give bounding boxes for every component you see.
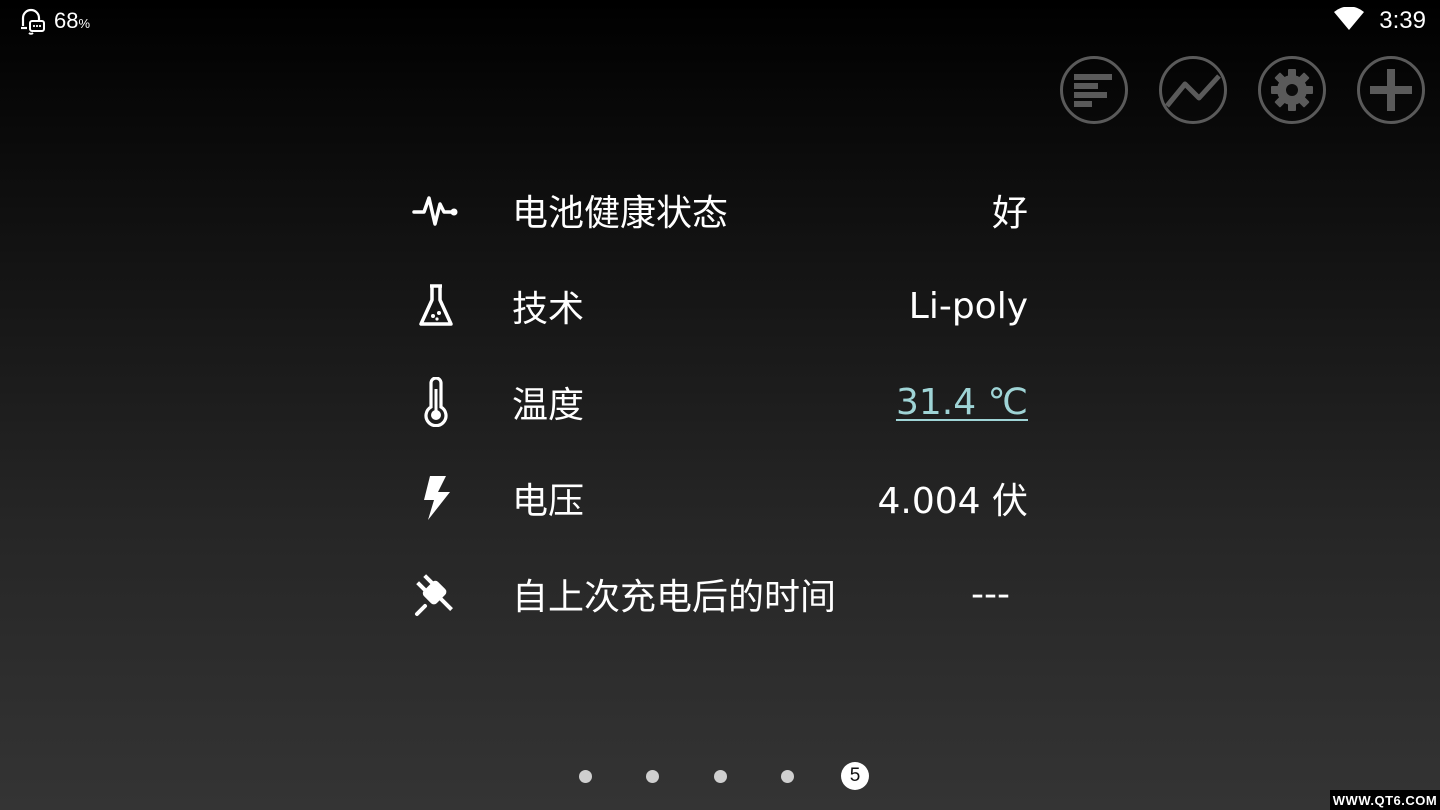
battery-percent-sign: %	[78, 16, 91, 31]
voltage-value: 4.004 伏	[877, 481, 1028, 522]
time-since-charge-row: 自上次充电后的时间 ---	[408, 546, 1028, 642]
battery-percent-value: 68	[54, 8, 79, 33]
health-label: 电池健康状态	[512, 193, 729, 234]
add-button[interactable]	[1357, 56, 1425, 124]
bar-list-icon	[1074, 74, 1112, 107]
line-chart-icon	[1165, 74, 1221, 108]
flask-icon	[408, 278, 464, 334]
health-value: 好	[991, 193, 1028, 234]
technology-label: 技术	[512, 289, 585, 330]
chart-button[interactable]	[1159, 56, 1227, 124]
toolbar	[1060, 56, 1425, 124]
status-bar-right: 3:39	[1333, 4, 1426, 38]
time-since-charge-value: ---	[971, 573, 1010, 615]
notification-bell-chat-icon	[18, 6, 46, 36]
wifi-icon	[1333, 6, 1365, 35]
voltage-row: 电压 4.004 伏	[408, 450, 1028, 546]
page-indicator: 5	[571, 762, 869, 790]
watermark: WWW.QT6.COM	[1330, 790, 1440, 810]
temperature-label: 温度	[512, 385, 585, 426]
page-dot-2[interactable]	[639, 762, 667, 790]
battery-percent: 68%	[54, 8, 90, 34]
page-dot-3-mark	[713, 769, 727, 783]
thermometer-icon	[408, 374, 464, 430]
page-dot-active[interactable]: 5	[841, 762, 869, 790]
gear-icon	[1271, 69, 1313, 111]
status-bar-left: 68%	[18, 4, 90, 38]
voltage-label: 电压	[512, 481, 585, 522]
health-row: 电池健康状态 好	[408, 162, 1028, 258]
clock: 3:39	[1379, 7, 1426, 34]
pulse-icon	[408, 182, 464, 238]
list-button[interactable]	[1060, 56, 1128, 124]
technology-value: Li-poly	[908, 285, 1028, 327]
technology-row: 技术 Li-poly	[408, 258, 1028, 354]
time-since-charge-label: 自上次充电后的时间	[512, 577, 837, 618]
page-dot-3[interactable]	[706, 762, 734, 790]
active-page-number: 5	[841, 762, 869, 790]
lightning-icon	[408, 470, 464, 526]
temperature-value-link[interactable]: 31.4 ℃	[896, 382, 1028, 423]
page-dot-4-mark	[781, 769, 794, 783]
page-dot-1[interactable]	[571, 762, 599, 790]
page-dot-4[interactable]	[774, 762, 802, 790]
plus-icon	[1370, 69, 1412, 111]
temperature-row: 温度 31.4 ℃	[408, 354, 1028, 450]
page-dot-1-mark	[578, 769, 592, 783]
settings-button[interactable]	[1258, 56, 1326, 124]
plug-icon	[408, 566, 464, 622]
page-dot-2-mark	[646, 769, 659, 783]
battery-info-list: 电池健康状态 好 技术 Li-poly 温度 31.4 ℃ 电压 4.004 伏…	[408, 162, 1028, 642]
